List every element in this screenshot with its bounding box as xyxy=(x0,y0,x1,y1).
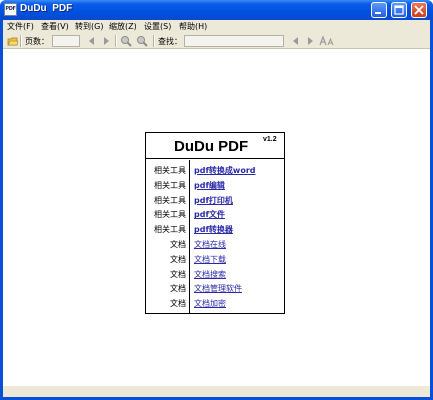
menu-settings[interactable]: 设置(S) xyxy=(144,21,171,32)
row-link[interactable]: pdf编辑 xyxy=(194,180,225,191)
row-category-label: 文档 xyxy=(170,254,186,264)
link-row: 相关工具 pdf转换成word xyxy=(146,163,284,178)
row-category-label: 相关工具 xyxy=(154,210,186,220)
row-link[interactable]: pdf打印机 xyxy=(194,195,233,206)
link-row: 文档 文档管理软件 xyxy=(146,281,284,296)
toolbar-separator xyxy=(153,35,155,47)
row-link[interactable]: pdf转换器 xyxy=(194,224,233,235)
open-folder-icon[interactable] xyxy=(7,35,19,47)
row-link[interactable]: 文档在线 xyxy=(194,239,226,250)
prev-page-icon[interactable] xyxy=(86,35,98,47)
minimize-button[interactable] xyxy=(371,2,387,18)
link-row: 文档 文档在线 xyxy=(146,237,284,252)
maximize-button[interactable] xyxy=(391,2,407,18)
zoom-out-icon[interactable] xyxy=(136,35,148,47)
next-page-icon[interactable] xyxy=(100,35,112,47)
close-icon xyxy=(414,5,424,15)
window-title: DuDu PDF xyxy=(20,3,73,14)
link-row: 文档 文档加密 xyxy=(146,296,284,311)
match-case-icon[interactable] xyxy=(319,35,335,47)
link-row: 相关工具 pdf打印机 xyxy=(146,193,284,208)
menu-file[interactable]: 文件(F) xyxy=(7,21,34,32)
document-view[interactable]: DuDu PDF v1.2 相关工具 pdf转换成word 相关工具 pdf编辑 相关工… xyxy=(3,50,430,397)
row-category-label: 相关工具 xyxy=(154,225,186,235)
app-name: DuDu PDF xyxy=(174,138,249,155)
link-row: 相关工具 pdf文件 xyxy=(146,207,284,222)
close-button[interactable] xyxy=(411,2,427,18)
search-label: 查找： xyxy=(158,37,182,46)
title-bar[interactable]: PDF DuDu PDF xyxy=(0,0,433,20)
menu-view[interactable]: 查看(V) xyxy=(41,21,69,32)
menu-goto[interactable]: 转到(G) xyxy=(75,21,103,32)
minimize-icon xyxy=(375,12,381,14)
maximize-icon xyxy=(394,5,404,15)
menu-zoom[interactable]: 缩放(Z) xyxy=(109,21,137,32)
row-link[interactable]: 文档搜索 xyxy=(194,269,226,280)
search-input[interactable] xyxy=(184,35,284,47)
toolbar-separator xyxy=(20,35,22,47)
toolbar: 页数： 查找： xyxy=(3,33,430,49)
version-label: v1.2 xyxy=(263,136,277,143)
link-row: 文档 文档下载 xyxy=(146,252,284,267)
link-row: 相关工具 pdf编辑 xyxy=(146,178,284,193)
app-window: PDF DuDu PDF 文件(F) 查看(V) 转到(G) 缩放(Z) 设置(… xyxy=(0,0,433,400)
client-area: 文件(F) 查看(V) 转到(G) 缩放(Z) 设置(S) 帮助(H) 页数： xyxy=(3,20,430,397)
menu-bar: 文件(F) 查看(V) 转到(G) 缩放(Z) 设置(S) 帮助(H) xyxy=(3,20,430,33)
row-category-label: 相关工具 xyxy=(154,180,186,190)
card-header: DuDu PDF v1.2 xyxy=(146,133,284,159)
row-category-label: 相关工具 xyxy=(154,195,186,205)
row-category-label: 文档 xyxy=(170,240,186,249)
row-link[interactable]: pdf转换成word xyxy=(194,165,256,176)
row-category-label: 文档 xyxy=(170,284,186,294)
link-row: 相关工具 pdf转换器 xyxy=(146,222,284,237)
link-row: 文档 文档搜索 xyxy=(146,267,284,282)
row-link[interactable]: 文档加密 xyxy=(194,298,226,309)
status-bar xyxy=(3,386,430,397)
pdf-app-icon: PDF xyxy=(4,3,17,16)
menu-help[interactable]: 帮助(H) xyxy=(179,21,207,32)
search-next-icon[interactable] xyxy=(304,35,316,47)
row-link[interactable]: pdf文件 xyxy=(194,209,225,220)
row-category-label: 相关工具 xyxy=(154,166,186,175)
toolbar-separator xyxy=(115,35,117,47)
search-prev-icon[interactable] xyxy=(290,35,302,47)
page-number-input[interactable] xyxy=(52,35,80,47)
row-category-label: 文档 xyxy=(170,269,186,279)
zoom-in-icon[interactable] xyxy=(120,35,132,47)
row-link[interactable]: 文档管理软件 xyxy=(194,283,242,294)
page-label: 页数： xyxy=(25,37,49,46)
welcome-card: DuDu PDF v1.2 相关工具 pdf转换成word 相关工具 pdf编辑 相关工… xyxy=(145,132,285,314)
row-category-label: 文档 xyxy=(170,299,186,309)
row-link[interactable]: 文档下载 xyxy=(194,254,226,265)
